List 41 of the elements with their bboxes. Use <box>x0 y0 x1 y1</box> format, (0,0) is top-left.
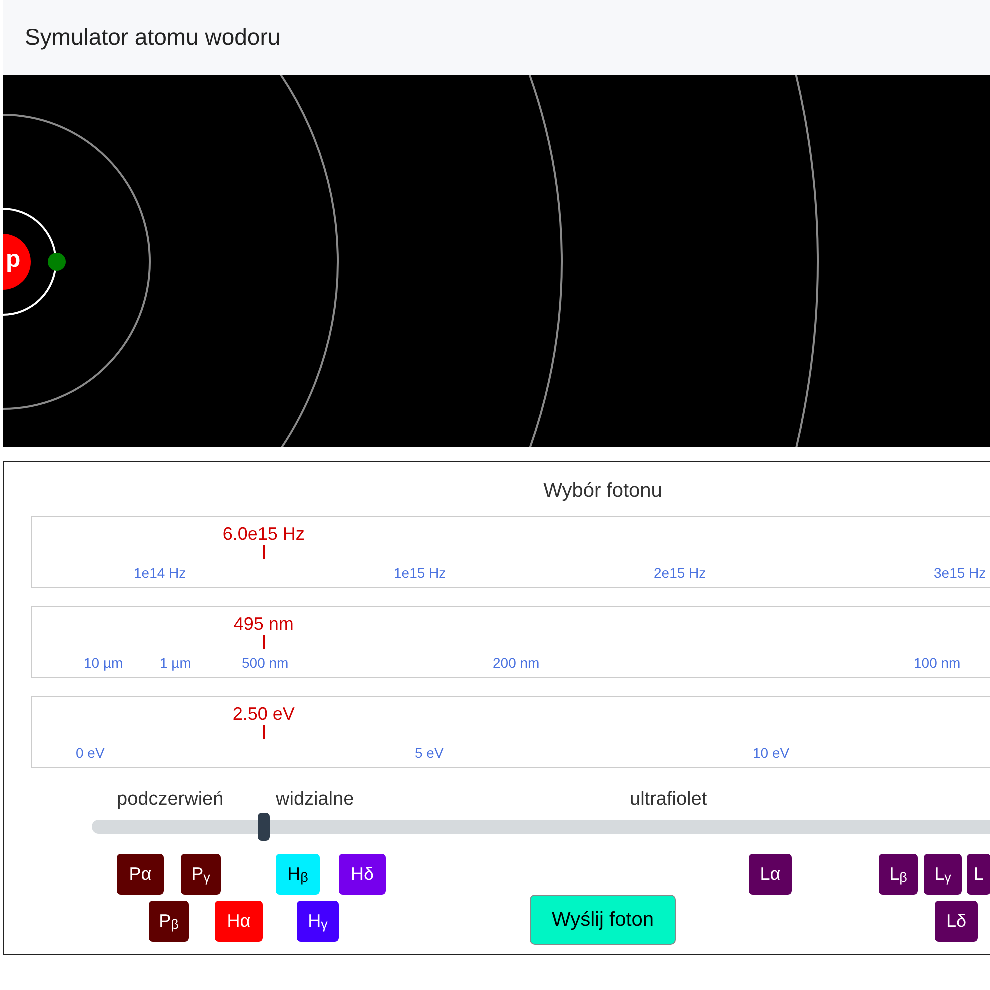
slider-thumb[interactable] <box>258 813 270 841</box>
photon-button[interactable]: P$_{β}$ <box>149 901 189 942</box>
tick-label: 0 eV <box>76 744 105 763</box>
tick-label: 1e15 Hz <box>394 564 446 583</box>
panel-title: Wybór fotonu <box>542 479 664 504</box>
photon-button[interactable]: Pα <box>117 854 164 895</box>
scale-marker <box>262 545 265 559</box>
slider[interactable] <box>92 813 990 841</box>
region-label: ultrafiolet <box>630 788 708 812</box>
tick-label: 10 µm <box>84 654 124 673</box>
tick-label: 100 nm <box>914 654 961 673</box>
photon-button[interactable]: Lα <box>749 854 792 895</box>
app-title: Symulator atomu wodoru <box>25 23 281 52</box>
scale-marker <box>262 635 265 649</box>
proton-label: p <box>6 245 21 275</box>
tick-label: 1 µm <box>160 654 192 673</box>
tick-label: 1e14 Hz <box>134 564 186 583</box>
region-label: podczerwień <box>117 788 224 812</box>
tick-label: 3e15 Hz <box>934 564 986 583</box>
tick-label: 2e15 Hz <box>654 564 706 583</box>
proton-drawing <box>3 234 31 290</box>
photon-button[interactable]: H$_{β}$ <box>276 854 320 895</box>
scale-reading: 495 nm <box>234 613 294 636</box>
send-photon-button[interactable]: Wyślij foton <box>530 895 676 945</box>
tick-label: 500 nm <box>242 654 289 673</box>
photon-button[interactable]: P$_{γ}$ <box>181 854 221 895</box>
photon-button[interactable]: Lδ <box>935 901 978 942</box>
photon-button[interactable]: L$_{γ}$ <box>924 854 962 895</box>
scale-marker <box>262 725 265 739</box>
photon-button[interactable]: Hδ <box>339 854 386 895</box>
region-label: widzialne <box>276 788 354 812</box>
scale-reading: 6.0e15 Hz <box>222 523 305 546</box>
photon-button[interactable]: Hα <box>215 901 263 942</box>
tick-label: 200 nm <box>493 654 540 673</box>
photon-button[interactable]: L$_{β}$ <box>879 854 918 895</box>
tick-label: 10 eV <box>753 744 790 763</box>
electron-drawing <box>48 253 66 271</box>
photon-button[interactable]: L <box>967 854 990 895</box>
photon-button[interactable]: H$_{γ}$ <box>297 901 339 942</box>
scale-reading: 2.50 eV <box>232 703 295 726</box>
tick-label: 5 eV <box>415 744 444 763</box>
